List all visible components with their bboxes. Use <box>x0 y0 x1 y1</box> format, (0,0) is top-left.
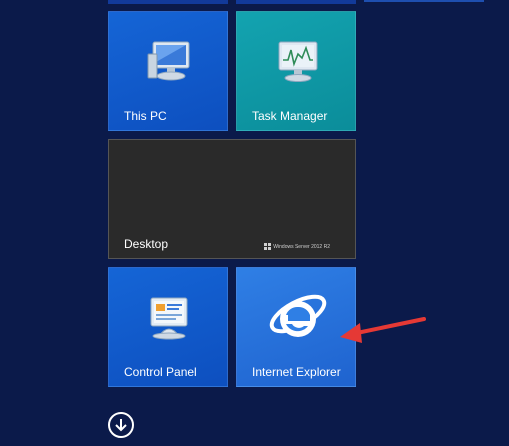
tile-label: Task Manager <box>252 109 328 123</box>
tile-label: Internet Explorer <box>252 365 341 379</box>
watermark-text: Windows Server 2012 R2 <box>273 243 330 250</box>
top-tile-edge <box>364 0 484 2</box>
tile-label: Desktop <box>124 237 169 251</box>
tile-this-pc[interactable]: This PC <box>108 11 228 131</box>
computer-monitor-icon <box>147 41 190 81</box>
control-panel-icon <box>150 297 188 340</box>
internet-explorer-icon <box>269 294 327 337</box>
windows-logo-icon <box>264 243 272 250</box>
all-apps-button[interactable] <box>108 412 134 438</box>
arrow-down-circle-icon <box>115 419 127 432</box>
tile-label: This PC <box>124 109 167 123</box>
tile-label: Control Panel <box>124 365 197 379</box>
desktop-watermark: Windows Server 2012 R2 <box>264 243 330 250</box>
tile-internet-explorer[interactable]: Internet Explorer <box>236 267 356 387</box>
top-tile-edge <box>236 0 356 4</box>
top-tile-edge <box>108 0 228 4</box>
task-manager-monitor-icon <box>278 41 318 82</box>
tile-control-panel[interactable]: Control Panel <box>108 267 228 387</box>
tile-task-manager[interactable]: Task Manager <box>236 11 356 131</box>
tile-desktop[interactable]: Desktop Windows Server 2012 R2 <box>108 139 356 259</box>
